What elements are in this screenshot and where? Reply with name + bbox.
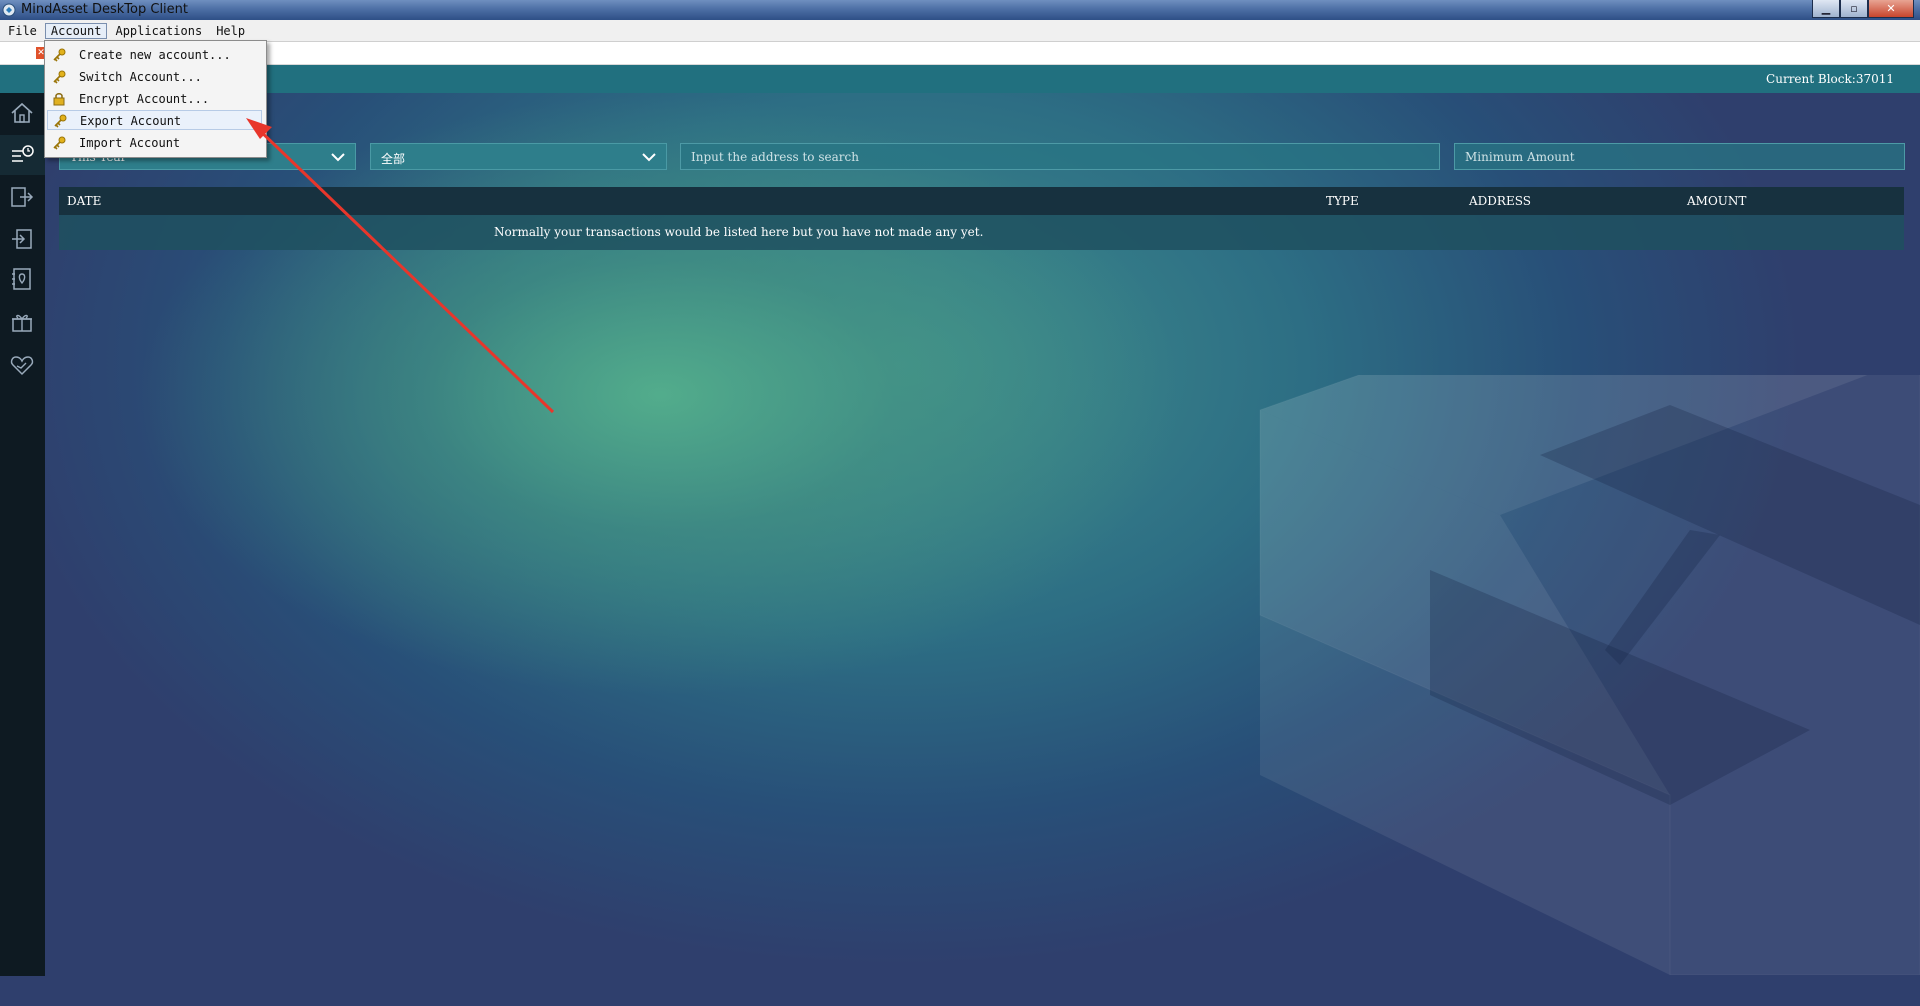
minimum-amount-placeholder: Minimum Amount bbox=[1465, 150, 1575, 164]
type-select[interactable]: 全部 bbox=[370, 143, 667, 170]
minimize-button[interactable]: ▁ bbox=[1812, 0, 1840, 18]
lock-icon bbox=[53, 93, 65, 106]
type-select-value: 全部 bbox=[381, 152, 406, 166]
home-icon[interactable] bbox=[9, 100, 35, 126]
menu-account[interactable]: Account bbox=[44, 22, 108, 39]
chevron-down-icon bbox=[642, 153, 656, 162]
address-search-input[interactable]: Input the address to search bbox=[680, 143, 1440, 170]
menu-item-label: Create new account... bbox=[79, 48, 231, 62]
menu-item-label: Encrypt Account... bbox=[79, 92, 210, 106]
menu-bar: File Account Applications Help bbox=[0, 20, 1920, 42]
donate-icon[interactable] bbox=[9, 352, 35, 378]
sidebar bbox=[0, 93, 45, 976]
app-logo-icon bbox=[2, 3, 16, 17]
key-icon bbox=[54, 114, 67, 128]
table-header: DATE TYPE ADDRESS AMOUNT bbox=[59, 187, 1904, 215]
key-icon bbox=[53, 136, 66, 150]
maximize-button[interactable]: ▫ bbox=[1840, 0, 1868, 18]
key-icon bbox=[53, 48, 66, 62]
menu-item-label: Switch Account... bbox=[79, 70, 202, 84]
menu-item-import-account[interactable]: Import Account bbox=[47, 133, 262, 153]
chevron-down-icon bbox=[331, 153, 345, 162]
menu-item-encrypt-account[interactable]: Encrypt Account... bbox=[47, 89, 262, 109]
table-body: Normally your transactions would be list… bbox=[59, 215, 1904, 250]
key-icon bbox=[53, 70, 66, 84]
gift-icon[interactable] bbox=[9, 309, 35, 335]
menu-item-export-account[interactable]: Export Account bbox=[47, 110, 262, 130]
transactions-icon[interactable] bbox=[9, 141, 35, 167]
menu-applications[interactable]: Applications bbox=[109, 23, 208, 39]
menu-file[interactable]: File bbox=[2, 23, 43, 39]
column-address[interactable]: ADDRESS bbox=[1469, 194, 1531, 208]
column-amount[interactable]: AMOUNT bbox=[1687, 194, 1746, 208]
receive-icon[interactable] bbox=[9, 226, 35, 252]
send-icon[interactable] bbox=[9, 184, 35, 210]
toolbar-strip: ✕ bbox=[0, 42, 1920, 65]
title-bar: MindAsset DeskTop Client ▁ ▫ ✕ bbox=[0, 0, 1920, 20]
column-type[interactable]: TYPE bbox=[1326, 194, 1359, 208]
watermark-cube-icon bbox=[1259, 375, 1920, 975]
current-block-label: Current Block:37011 bbox=[1766, 72, 1894, 86]
address-search-placeholder: Input the address to search bbox=[691, 150, 859, 164]
empty-transactions-message: Normally your transactions would be list… bbox=[494, 225, 984, 239]
menu-item-label: Export Account bbox=[80, 114, 182, 128]
window-title: MindAsset DeskTop Client bbox=[21, 2, 189, 17]
menu-help[interactable]: Help bbox=[210, 23, 251, 39]
address-book-icon[interactable] bbox=[9, 266, 35, 292]
menu-item-switch-account[interactable]: Switch Account... bbox=[47, 67, 262, 87]
minimum-amount-input[interactable]: Minimum Amount bbox=[1454, 143, 1905, 170]
transactions-table: DATE TYPE ADDRESS AMOUNT Normally your t… bbox=[59, 187, 1904, 250]
menu-item-label: Import Account bbox=[79, 136, 181, 150]
close-button[interactable]: ✕ bbox=[1868, 0, 1914, 18]
account-menu: Create new account... Switch Account... … bbox=[44, 40, 267, 158]
status-band: Current Block:37011 bbox=[0, 65, 1920, 93]
column-date[interactable]: DATE bbox=[67, 194, 101, 208]
menu-item-create-account[interactable]: Create new account... bbox=[47, 45, 262, 65]
